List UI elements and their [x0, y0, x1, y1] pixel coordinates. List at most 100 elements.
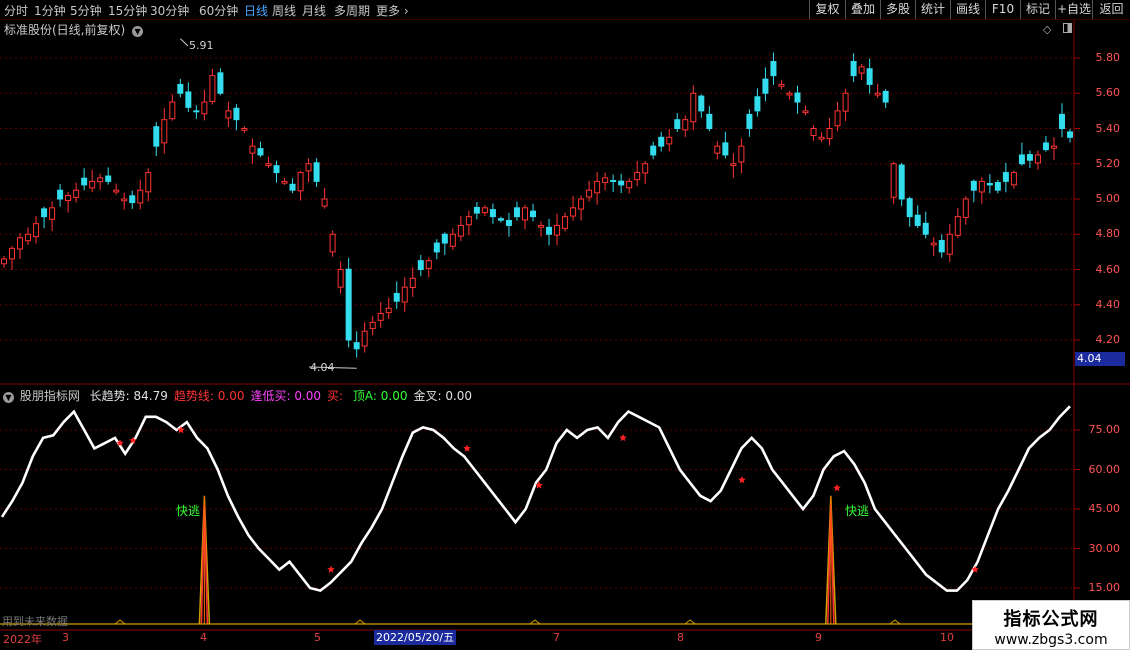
candle-body — [353, 342, 360, 350]
toolbar-button[interactable]: 画线 — [950, 0, 985, 19]
period-tab[interactable]: 月线 — [302, 2, 326, 19]
candle-body — [938, 239, 945, 253]
candle-body — [217, 72, 224, 94]
price-tick-label: 4.40 — [1095, 297, 1121, 311]
candle-body — [465, 216, 472, 226]
toolbar-button[interactable]: 复权 — [809, 0, 845, 19]
candle-body — [281, 180, 288, 184]
period-tab[interactable]: 分时 — [4, 2, 28, 19]
candle-body — [345, 268, 352, 341]
period-tab[interactable]: 60分钟 — [199, 2, 238, 19]
period-tab[interactable]: 日线 — [244, 2, 268, 19]
toolbar-button[interactable]: 标记 — [1020, 0, 1055, 19]
chevron-down-icon[interactable]: ▼ — [132, 26, 144, 37]
date-cursor: 2022/05/20/五 — [374, 630, 457, 645]
candle-body — [65, 194, 72, 202]
candle-body — [906, 198, 913, 218]
indicator-tick-label: 45.00 — [1088, 502, 1121, 515]
candle-body — [73, 189, 80, 198]
candle-body — [41, 208, 48, 218]
toolbar-button[interactable]: 多股 — [880, 0, 915, 19]
period-tab[interactable]: 5分钟 — [70, 2, 102, 19]
period-tab[interactable]: 更多 › — [376, 2, 409, 19]
candle-body — [233, 107, 240, 121]
candle-body — [129, 195, 136, 204]
indicator-tick-label: 60.00 — [1088, 462, 1121, 476]
candle-body — [722, 142, 729, 156]
toolbar-button[interactable]: 叠加 — [845, 0, 880, 19]
candle-body — [193, 110, 200, 113]
candle-body — [433, 242, 440, 253]
period-tab[interactable]: 多周期 — [334, 2, 370, 19]
toolbar-button[interactable]: F10 — [985, 0, 1020, 19]
candle-body — [321, 198, 328, 207]
period-tab[interactable]: 1分钟 — [34, 2, 66, 19]
price-tick-label: 5.80 — [1095, 51, 1121, 64]
candle-body — [914, 214, 921, 226]
layout-toggle-icon[interactable] — [1062, 23, 1072, 33]
candle-body — [994, 181, 1001, 191]
candle-body — [882, 90, 889, 103]
period-tab[interactable]: 15分钟 — [108, 2, 147, 19]
candle-body — [1002, 172, 1009, 182]
period-tab[interactable]: 周线 — [272, 2, 296, 19]
candle-body — [754, 96, 761, 112]
candle-body — [866, 68, 873, 85]
date-label: 10 — [940, 631, 954, 644]
candle-body — [898, 164, 905, 200]
candle-body — [97, 177, 104, 183]
candle-body — [201, 101, 208, 115]
candle-body — [57, 189, 64, 200]
candle-body — [962, 198, 969, 218]
candle-body — [305, 163, 312, 172]
indicator-tick-label: 75.00 — [1088, 423, 1121, 436]
candle-body — [618, 180, 625, 186]
indicator-field: 金叉: 0.00 — [413, 389, 473, 403]
candle-body — [922, 222, 929, 235]
candle-body — [185, 91, 192, 108]
toolbar-button[interactable]: 统计 — [915, 0, 950, 19]
indicator-header: ▼ 股朋指标网 长趋势: 84.79 趋势线: 0.00 逢低买: 0.00 买: 顶… — [3, 387, 476, 404]
price-tick-label: 4.20 — [1095, 333, 1121, 346]
candle-body — [578, 198, 585, 210]
candle-body — [730, 163, 737, 167]
candle-body — [810, 128, 817, 137]
toolbar-button[interactable]: +自选 — [1055, 0, 1092, 19]
toolbar-button[interactable]: 返回 — [1092, 0, 1130, 19]
candle-body — [602, 177, 609, 184]
date-axis: 2022年 3 4 5 7 8 9 10 2022/05/20/五 — [0, 630, 1130, 646]
candle-body — [177, 83, 184, 94]
candle-body — [1026, 154, 1033, 161]
fast-escape-label: 快逃 — [845, 504, 870, 518]
price-tick-label: 4.60 — [1095, 262, 1121, 276]
price-tick-label: 4.80 — [1095, 227, 1121, 241]
candle-body — [121, 198, 128, 202]
candle-body — [489, 209, 496, 218]
candle-body — [786, 92, 793, 96]
diamond-icon[interactable]: ◇ — [1043, 23, 1051, 36]
candle-body — [642, 163, 649, 174]
indicator-field: 长趋势: 84.79 — [89, 389, 168, 403]
candle-body — [650, 145, 657, 156]
candle-body — [546, 226, 553, 235]
candle-body — [521, 207, 528, 221]
candle-body — [105, 175, 112, 182]
candle-body — [714, 145, 721, 154]
candle-body — [954, 216, 961, 236]
chevron-right-icon[interactable]: › — [400, 4, 409, 18]
candle-body — [225, 110, 232, 119]
candle-body — [17, 237, 24, 250]
chart-canvas[interactable] — [0, 0, 1130, 650]
candle-body — [1067, 131, 1073, 138]
candle-body — [241, 128, 248, 131]
candle-body — [594, 180, 601, 194]
chevron-down-icon[interactable]: ▼ — [3, 392, 14, 403]
period-tab[interactable]: 30分钟 — [150, 2, 189, 19]
indicator-name: 股朋指标网 — [19, 389, 80, 403]
indicator-field: 顶A: 0.00 — [352, 389, 408, 403]
candle-body — [1, 258, 7, 265]
candle-body — [497, 218, 504, 221]
candle-body — [137, 189, 144, 204]
indicator-field: 趋势线: 0.00 — [173, 389, 245, 403]
candle-body — [946, 233, 953, 255]
